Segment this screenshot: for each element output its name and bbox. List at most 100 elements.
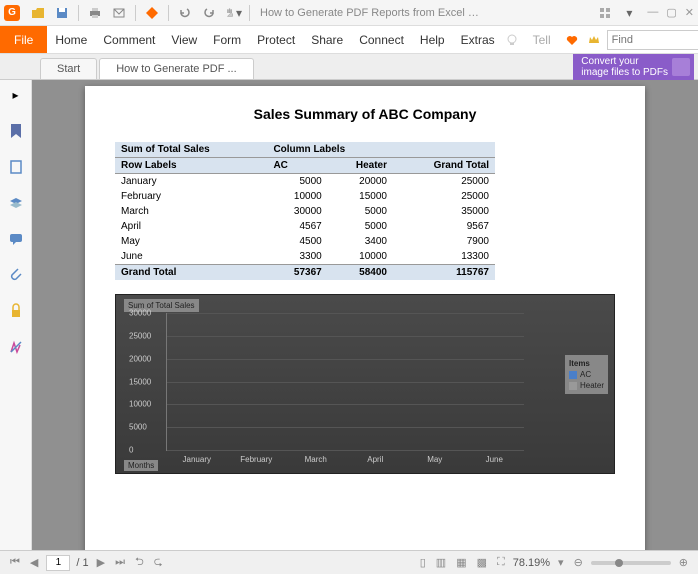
promo-banner[interactable]: Convert your image files to PDFs	[573, 54, 694, 80]
th-heater: Heater	[328, 158, 393, 174]
menu-share[interactable]: Share	[303, 27, 351, 53]
prev-view-icon[interactable]: ⮌	[133, 553, 146, 572]
save-icon[interactable]	[53, 4, 71, 22]
menu-protect[interactable]: Protect	[249, 27, 303, 53]
side-panel: ▸	[0, 80, 32, 550]
minimize-icon[interactable]: —	[647, 6, 658, 19]
document-title: How to Generate PDF Reports from Excel D…	[260, 7, 480, 19]
table-row: June33001000013300	[115, 249, 495, 265]
zoom-knob[interactable]	[615, 559, 623, 567]
maximize-icon[interactable]: ▢	[666, 6, 676, 19]
security-icon[interactable]	[7, 302, 25, 320]
collapse-icon[interactable]: ▾	[620, 4, 638, 22]
tf-ac: 57367	[267, 265, 327, 281]
search-input[interactable]	[607, 30, 698, 50]
title-bar: G ▾ How to Generate PDF Reports from Exc…	[0, 0, 698, 26]
pdf-page: Sales Summary of ABC Company Sum of Tota…	[85, 86, 645, 550]
bulb-icon[interactable]	[503, 31, 521, 49]
th-gt: Grand Total	[393, 158, 495, 174]
content-area: ▸ Sales Summary of ABC Company Sum of To…	[0, 80, 698, 550]
zoom-out-icon[interactable]: ⊖	[572, 556, 585, 569]
page-total: / 1	[76, 557, 88, 569]
legend-ac: AC	[580, 370, 591, 379]
sign-icon[interactable]	[7, 338, 25, 356]
first-page-icon[interactable]: ⏮	[8, 556, 22, 569]
zoom-in-icon[interactable]: ⊕	[677, 556, 690, 569]
tell-me[interactable]: Tell	[525, 27, 559, 53]
legend-title: Items	[569, 359, 604, 368]
legend-heater: Heater	[580, 381, 604, 390]
comments-icon[interactable]	[7, 230, 25, 248]
attachments-icon[interactable]	[7, 266, 25, 284]
zoom-value: 78.19%	[513, 557, 550, 569]
plot-area: 050001000015000200002500030000JanuaryFeb…	[166, 313, 524, 451]
continuous-facing-icon[interactable]: ▩	[475, 556, 489, 569]
last-page-icon[interactable]: ⏭	[113, 556, 127, 569]
tab-document[interactable]: How to Generate PDF ...	[99, 58, 253, 79]
print-icon[interactable]	[86, 4, 104, 22]
open-icon[interactable]	[29, 4, 47, 22]
menu-comment[interactable]: Comment	[95, 27, 163, 53]
separator	[135, 5, 136, 21]
menu-connect[interactable]: Connect	[351, 27, 412, 53]
continuous-icon[interactable]: ▥	[434, 556, 448, 569]
table-row: January50002000025000	[115, 174, 495, 190]
zoom-slider[interactable]	[591, 561, 671, 565]
close-icon[interactable]: ✕	[685, 6, 694, 19]
promo-image-icon	[672, 58, 690, 76]
menu-extras[interactable]: Extras	[453, 27, 503, 53]
file-menu[interactable]: File	[0, 26, 47, 53]
separator	[249, 5, 250, 21]
tf-ht: 58400	[328, 265, 393, 281]
fit-page-icon[interactable]: ⛶	[495, 556, 507, 569]
pivot-table: Sum of Total SalesColumn Labels Row Labe…	[115, 142, 495, 280]
pages-icon[interactable]	[7, 158, 25, 176]
layers-icon[interactable]	[7, 194, 25, 212]
undo-icon[interactable]	[176, 4, 194, 22]
tab-strip: Start How to Generate PDF ... Convert yo…	[0, 54, 698, 80]
table-row: May450034007900	[115, 234, 495, 249]
table-row: February100001500025000	[115, 189, 495, 204]
promo-line2: image files to PDFs	[581, 67, 668, 78]
separator	[168, 5, 169, 21]
tab-start[interactable]: Start	[40, 58, 97, 79]
single-page-icon[interactable]: ▯	[418, 556, 428, 569]
separator	[78, 5, 79, 21]
hand-icon[interactable]: ▾	[224, 4, 242, 22]
quick-access-icon[interactable]	[596, 4, 614, 22]
crown-icon[interactable]	[585, 31, 603, 49]
next-view-icon[interactable]: ⮎	[152, 553, 165, 572]
menu-home[interactable]: Home	[47, 27, 95, 53]
bar-chart: Sum of Total Sales 050001000015000200002…	[115, 294, 615, 474]
menu-view[interactable]: View	[163, 27, 205, 53]
promo-line1: Convert your	[581, 56, 668, 67]
app-logo: G	[4, 5, 20, 21]
bookmark-toolbar-icon[interactable]	[143, 4, 161, 22]
menu-help[interactable]: Help	[412, 27, 453, 53]
menu-bar: File Home Comment View Form Protect Shar…	[0, 26, 698, 54]
th-rowlabels: Row Labels	[115, 158, 267, 174]
facing-icon[interactable]: ▦	[454, 556, 468, 569]
zoom-dropdown-icon[interactable]: ▾	[556, 556, 566, 569]
th-collabels: Column Labels	[267, 142, 495, 158]
menu-form[interactable]: Form	[205, 27, 249, 53]
prev-page-icon[interactable]: ◀	[28, 556, 40, 569]
heart-icon[interactable]	[563, 31, 581, 49]
tf-gt: 115767	[393, 265, 495, 281]
page-input[interactable]	[46, 555, 70, 571]
status-bar: ⏮ ◀ / 1 ▶ ⏭ ⮌ ⮎ ▯ ▥ ▦ ▩ ⛶ 78.19% ▾ ⊖ ⊕	[0, 550, 698, 574]
tf-label: Grand Total	[115, 265, 267, 281]
mail-icon[interactable]	[110, 4, 128, 22]
bookmarks-icon[interactable]	[7, 122, 25, 140]
document-viewer[interactable]: Sales Summary of ABC Company Sum of Tota…	[32, 80, 698, 550]
expand-icon[interactable]: ▸	[7, 86, 25, 104]
th-ac: AC	[267, 158, 327, 174]
next-page-icon[interactable]: ▶	[95, 556, 107, 569]
page-title: Sales Summary of ABC Company	[115, 106, 615, 122]
x-axis-label: Months	[124, 460, 158, 471]
redo-icon[interactable]	[200, 4, 218, 22]
chart-legend: Items AC Heater	[565, 355, 608, 394]
th-sum: Sum of Total Sales	[115, 142, 267, 158]
table-row: April456750009567	[115, 219, 495, 234]
table-row: March30000500035000	[115, 204, 495, 219]
